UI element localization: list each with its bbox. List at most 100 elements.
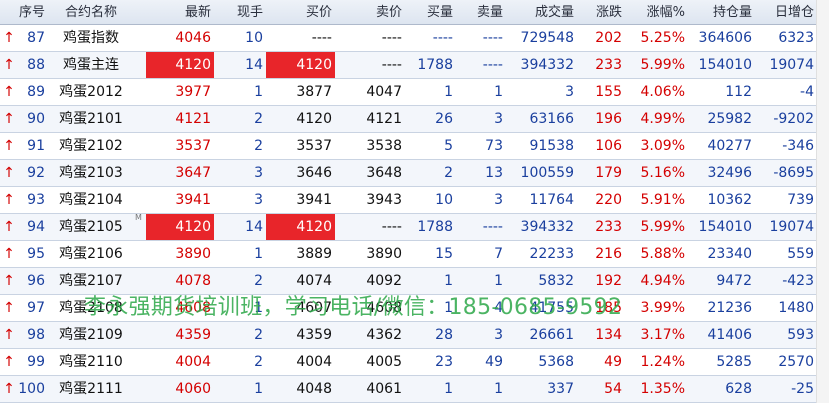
cell-last: 4120 (146, 52, 214, 78)
cell-idx: 95 (27, 246, 45, 262)
cell-ask: 4061 (366, 381, 402, 397)
cell-vol: 2 (254, 138, 263, 154)
table-row[interactable]: ↑ 95 鸡蛋2106 3890 1 3889 3890 15 7 22233 216 5.88% 23… (0, 241, 829, 268)
cell-oi: 25982 (707, 111, 752, 127)
cell-tvol: 91538 (529, 138, 574, 154)
cell-bid: 4004 (296, 354, 332, 370)
cell-ask: 4362 (366, 327, 402, 343)
table-row[interactable]: ↑ 100 鸡蛋2111 4060 1 4048 4061 1 1 337 54 1.35% 628 -2… (0, 376, 829, 403)
cell-askv: 1 (494, 381, 503, 397)
cell-bid: 4120 (266, 52, 335, 78)
cell-oi: 5285 (716, 354, 752, 370)
cell-name: 鸡蛋指数 (63, 30, 119, 46)
cell-oi: 32496 (707, 165, 752, 181)
table-row[interactable]: ↑ 93 鸡蛋2104 3941 3 3941 3943 10 3 11764 220 5.91% 10… (0, 187, 829, 214)
cell-oic: -423 (782, 273, 814, 289)
cell-oic: -4 (800, 84, 814, 100)
cell-bid: 4359 (296, 327, 332, 343)
cell-bidv: 23 (435, 354, 453, 370)
cell-tvol: 394332 (520, 57, 574, 73)
up-arrow-icon: ↑ (3, 327, 15, 343)
cell-askv: ---- (482, 57, 503, 73)
cell-oi: 628 (725, 381, 752, 397)
up-arrow-icon: ↑ (3, 84, 15, 100)
cell-oic: -346 (782, 138, 814, 154)
cell-bid: 3941 (296, 192, 332, 208)
table-row[interactable]: ↑ 89 鸡蛋2012 3977 1 3877 4047 1 1 3 155 4.06% 112 -4 (0, 79, 829, 106)
cell-oi: 10362 (707, 192, 752, 208)
table-row[interactable]: ↑ 88 鸡蛋主连 4120 14 4120 ---- 1788 ---- 394332 233 5.… (0, 52, 829, 79)
quote-table: 序号 合约名称 最新 现手 买价 卖价 买量 卖量 成交量 涨跌 涨幅% 持仓量… (0, 0, 829, 403)
cell-last: 4359 (175, 327, 211, 343)
cell-oi: 41406 (707, 327, 752, 343)
table-row[interactable]: ↑ 92 鸡蛋2103 3647 3 3646 3648 2 13 100559 179 5.16% 3… (0, 160, 829, 187)
up-arrow-icon: ↑ (3, 111, 15, 127)
cell-idx: 100 (18, 381, 45, 397)
cell-chg: 233 (595, 57, 622, 73)
col-header-askv[interactable]: 卖量 (455, 0, 505, 24)
cell-oic: -25 (791, 381, 814, 397)
cell-tvol: 11764 (529, 192, 574, 208)
cell-bidv: 28 (435, 327, 453, 343)
cell-idx: 99 (27, 354, 45, 370)
cell-pct: 5.16% (640, 165, 685, 181)
col-header-vol[interactable]: 现手 (214, 0, 264, 24)
cell-idx: 94 (27, 219, 45, 235)
cell-vol: 3 (254, 192, 263, 208)
up-arrow-icon: ↑ (3, 57, 15, 73)
cell-name: 鸡蛋2105 (59, 219, 123, 235)
cell-pct: 4.94% (640, 273, 685, 289)
col-header-pct[interactable]: 涨幅% (623, 0, 685, 24)
up-arrow-icon: ↑ (3, 300, 15, 316)
cell-askv: 49 (485, 354, 503, 370)
cell-tvol: 3 (565, 84, 574, 100)
table-row[interactable]: ↑ 98 鸡蛋2109 4359 2 4359 4362 28 3 26661 134 3.17% 41… (0, 322, 829, 349)
cell-askv: 73 (485, 138, 503, 154)
cell-idx: 97 (27, 300, 45, 316)
cell-chg: 233 (595, 219, 622, 235)
cell-oic: 2570 (778, 354, 814, 370)
table-row[interactable]: ↑ 94 鸡蛋2105 4120 14 4120 ---- 1788 ---- 394332 233… (0, 213, 829, 241)
col-header-name[interactable]: 合约名称 (45, 0, 137, 24)
cell-chg: 216 (595, 246, 622, 262)
col-header-last[interactable]: 最新 (146, 0, 214, 24)
up-arrow-icon: ↑ (3, 192, 15, 208)
cell-bid: 4048 (296, 381, 332, 397)
cell-askv: 1 (494, 84, 503, 100)
cell-ask: 4121 (366, 111, 402, 127)
cell-bidv: 10 (435, 192, 453, 208)
table-row[interactable]: ↑ 87 鸡蛋指数 4046 10 ---- ---- ---- ---- 729548 202 5.… (0, 25, 829, 52)
col-header-oi[interactable]: 持仓量 (685, 0, 753, 24)
col-header-bid[interactable]: 买价 (266, 0, 335, 24)
up-arrow-icon: ↑ (3, 165, 15, 181)
table-row[interactable]: ↑ 91 鸡蛋2102 3537 2 3537 3538 5 73 91538 106 3.09% 40… (0, 133, 829, 160)
cell-ask: 3648 (366, 165, 402, 181)
cell-last: 3977 (175, 84, 211, 100)
cell-bidv: 15 (435, 246, 453, 262)
cell-askv: ---- (482, 30, 503, 46)
col-header-chg[interactable]: 涨跌 (575, 0, 623, 24)
cell-oi: 21236 (707, 300, 752, 316)
cell-bidv: 5 (444, 138, 453, 154)
cell-chg: 49 (604, 354, 622, 370)
cell-tvol: 26661 (529, 327, 574, 343)
cell-last: 4046 (175, 30, 211, 46)
vertical-scrollbar[interactable] (816, 0, 829, 403)
col-header-tvol[interactable]: 成交量 (505, 0, 575, 24)
cell-last: 3890 (175, 246, 211, 262)
col-header-oic[interactable]: 日增仓 (753, 0, 814, 24)
col-header-ask[interactable]: 卖价 (335, 0, 405, 24)
up-arrow-icon: ↑ (3, 354, 15, 370)
cell-bid: 3537 (296, 138, 332, 154)
cell-name: 鸡蛋2101 (59, 111, 123, 127)
col-header-bidv[interactable]: 买量 (405, 0, 455, 24)
cell-oi: 112 (725, 84, 752, 100)
table-row[interactable]: ↑ 90 鸡蛋2101 4121 2 4120 4121 26 3 63166 196 4.99% 25… (0, 106, 829, 133)
col-header-idx[interactable]: 序号 (16, 0, 45, 24)
table-row[interactable]: ↑ 99 鸡蛋2110 4004 2 4004 4005 23 49 5368 49 1.24% 528… (0, 349, 829, 376)
cell-name: 鸡蛋2106 (59, 246, 123, 262)
cell-bid: ---- (311, 30, 332, 46)
cell-bidv: 2 (444, 165, 453, 181)
up-arrow-icon: ↑ (3, 246, 15, 262)
cell-oi: 154010 (698, 219, 752, 235)
